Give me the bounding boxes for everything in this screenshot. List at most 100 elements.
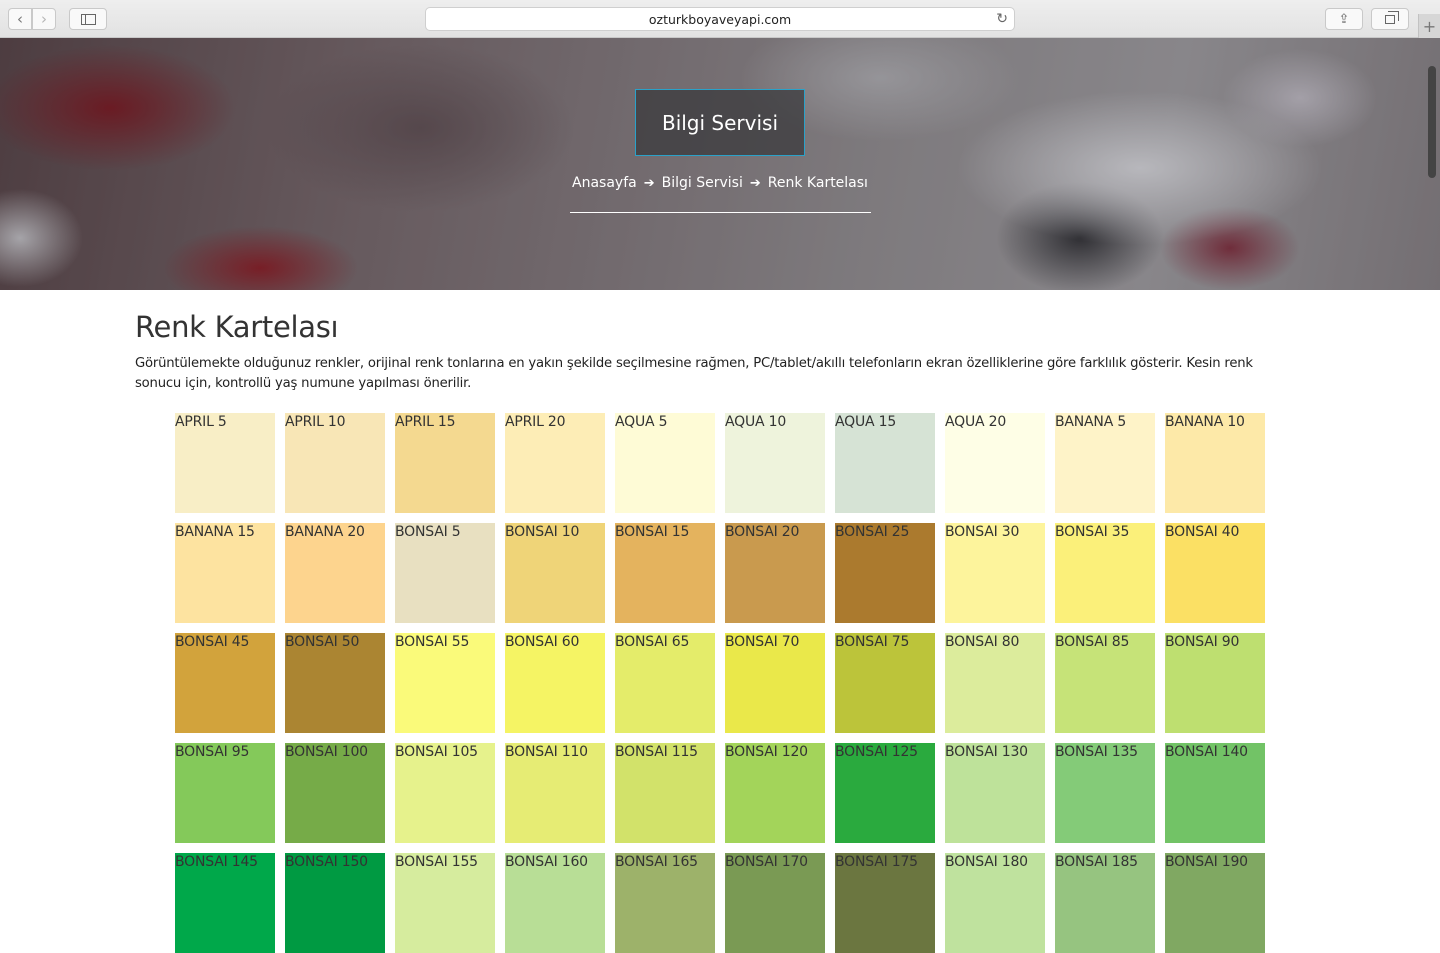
hero-banner: Bilgi Servisi Anasayfa ➔ Bilgi Servisi ➔… <box>0 38 1440 290</box>
color-swatch[interactable]: BONSAI 100 <box>285 743 385 843</box>
color-swatch[interactable]: APRIL 20 <box>505 413 605 513</box>
page-title: Renk Kartelası <box>135 310 339 344</box>
color-swatch[interactable]: BONSAI 85 <box>1055 633 1155 733</box>
chevron-right-icon: › <box>41 9 47 28</box>
color-swatch-label: APRIL 15 <box>395 414 456 430</box>
chevron-left-icon: ‹ <box>17 9 23 28</box>
color-swatch[interactable]: BONSAI 15 <box>615 523 715 623</box>
color-swatch[interactable]: BONSAI 90 <box>1165 633 1265 733</box>
color-swatch[interactable]: BONSAI 175 <box>835 853 935 953</box>
color-swatch[interactable]: BONSAI 145 <box>175 853 275 953</box>
color-swatch[interactable]: BONSAI 20 <box>725 523 825 623</box>
address-bar[interactable]: ozturkboyaveyapi.com ↻ <box>425 7 1015 31</box>
share-icon: ⇪ <box>1338 11 1350 27</box>
color-swatch-label: AQUA 5 <box>615 414 668 430</box>
color-swatch-label: BANANA 20 <box>285 524 365 540</box>
color-swatch-label: BONSAI 80 <box>945 634 1020 650</box>
forward-button[interactable]: › <box>32 8 56 30</box>
color-swatch[interactable]: BONSAI 120 <box>725 743 825 843</box>
color-swatch[interactable]: BONSAI 105 <box>395 743 495 843</box>
color-swatch[interactable]: BONSAI 150 <box>285 853 385 953</box>
color-swatch-label: BONSAI 145 <box>175 854 258 870</box>
color-swatch-label: AQUA 10 <box>725 414 787 430</box>
color-swatch-label: APRIL 10 <box>285 414 346 430</box>
color-swatch-label: BONSAI 70 <box>725 634 800 650</box>
browser-toolbar: ‹ › ozturkboyaveyapi.com ↻ ⇪ + <box>0 0 1440 38</box>
color-swatch-label: BONSAI 165 <box>615 854 698 870</box>
color-swatch[interactable]: BONSAI 170 <box>725 853 825 953</box>
color-swatch[interactable]: BONSAI 180 <box>945 853 1045 953</box>
color-swatch[interactable]: BONSAI 70 <box>725 633 825 733</box>
color-swatch[interactable]: BONSAI 40 <box>1165 523 1265 623</box>
color-swatch-label: BONSAI 175 <box>835 854 918 870</box>
reload-icon[interactable]: ↻ <box>996 11 1008 27</box>
scrollbar-thumb[interactable] <box>1428 66 1436 178</box>
color-swatch-label: BONSAI 125 <box>835 744 918 760</box>
color-swatch-label: BONSAI 20 <box>725 524 800 540</box>
color-swatch-label: BONSAI 110 <box>505 744 588 760</box>
color-swatch[interactable]: APRIL 5 <box>175 413 275 513</box>
sidebar-toggle-button[interactable] <box>69 8 107 30</box>
color-swatch[interactable]: BONSAI 45 <box>175 633 275 733</box>
color-swatch[interactable]: BONSAI 75 <box>835 633 935 733</box>
color-swatch[interactable]: BONSAI 5 <box>395 523 495 623</box>
color-swatch[interactable]: BONSAI 60 <box>505 633 605 733</box>
color-swatch[interactable]: BONSAI 30 <box>945 523 1045 623</box>
color-swatch[interactable]: BONSAI 185 <box>1055 853 1155 953</box>
arrow-right-icon: ➔ <box>643 175 655 191</box>
breadcrumb-current: Renk Kartelası <box>767 175 868 191</box>
color-swatch[interactable]: AQUA 5 <box>615 413 715 513</box>
new-tab-button[interactable]: + <box>1418 14 1440 38</box>
color-swatch[interactable]: BONSAI 65 <box>615 633 715 733</box>
color-swatch[interactable]: AQUA 20 <box>945 413 1045 513</box>
color-swatch[interactable]: BONSAI 35 <box>1055 523 1155 623</box>
color-swatch-label: BONSAI 120 <box>725 744 808 760</box>
color-swatch-label: BONSAI 100 <box>285 744 368 760</box>
color-swatch[interactable]: BONSAI 155 <box>395 853 495 953</box>
breadcrumb-bilgi-servisi-link[interactable]: Bilgi Servisi <box>662 175 743 191</box>
color-swatch[interactable]: BANANA 15 <box>175 523 275 623</box>
back-button[interactable]: ‹ <box>8 8 32 30</box>
color-swatch[interactable]: BONSAI 165 <box>615 853 715 953</box>
sidebar-icon <box>80 13 96 25</box>
color-swatch[interactable]: BONSAI 115 <box>615 743 715 843</box>
color-swatch[interactable]: BONSAI 50 <box>285 633 385 733</box>
color-swatch[interactable]: BONSAI 25 <box>835 523 935 623</box>
color-swatch[interactable]: APRIL 10 <box>285 413 385 513</box>
arrow-right-icon: ➔ <box>749 175 761 191</box>
color-swatch-label: BONSAI 5 <box>395 524 461 540</box>
color-swatch[interactable]: BONSAI 160 <box>505 853 605 953</box>
color-swatch-label: AQUA 15 <box>835 414 897 430</box>
color-swatch[interactable]: BONSAI 140 <box>1165 743 1265 843</box>
color-swatch[interactable]: BONSAI 95 <box>175 743 275 843</box>
color-swatch[interactable]: BONSAI 190 <box>1165 853 1265 953</box>
color-swatch-label: APRIL 20 <box>505 414 566 430</box>
url-text: ozturkboyaveyapi.com <box>648 11 792 27</box>
color-swatch[interactable]: BONSAI 130 <box>945 743 1045 843</box>
color-swatch[interactable]: BANANA 20 <box>285 523 385 623</box>
color-swatch-label: APRIL 5 <box>175 414 227 430</box>
color-swatch[interactable]: BONSAI 55 <box>395 633 495 733</box>
color-swatch[interactable]: AQUA 15 <box>835 413 935 513</box>
color-swatch[interactable]: BANANA 10 <box>1165 413 1265 513</box>
breadcrumb-home-link[interactable]: Anasayfa <box>572 175 637 191</box>
color-swatch-label: BONSAI 45 <box>175 634 250 650</box>
hero-overlay <box>0 38 1440 290</box>
color-swatch[interactable]: APRIL 15 <box>395 413 495 513</box>
color-swatch[interactable]: AQUA 10 <box>725 413 825 513</box>
share-button[interactable]: ⇪ <box>1325 8 1363 30</box>
color-swatch[interactable]: BONSAI 135 <box>1055 743 1155 843</box>
color-swatch-label: BONSAI 115 <box>615 744 698 760</box>
color-swatch[interactable]: BONSAI 80 <box>945 633 1045 733</box>
color-swatch[interactable]: BONSAI 125 <box>835 743 935 843</box>
color-swatch-label: BONSAI 130 <box>945 744 1028 760</box>
color-swatch-label: BONSAI 35 <box>1055 524 1130 540</box>
show-tabs-button[interactable] <box>1371 8 1409 30</box>
color-swatch-label: BONSAI 50 <box>285 634 360 650</box>
color-swatch-label: BONSAI 75 <box>835 634 910 650</box>
color-swatch[interactable]: BONSAI 10 <box>505 523 605 623</box>
color-swatch[interactable]: BANANA 5 <box>1055 413 1155 513</box>
plus-icon: + <box>1422 16 1437 36</box>
color-swatch[interactable]: BONSAI 110 <box>505 743 605 843</box>
color-swatch-label: BANANA 15 <box>175 524 255 540</box>
